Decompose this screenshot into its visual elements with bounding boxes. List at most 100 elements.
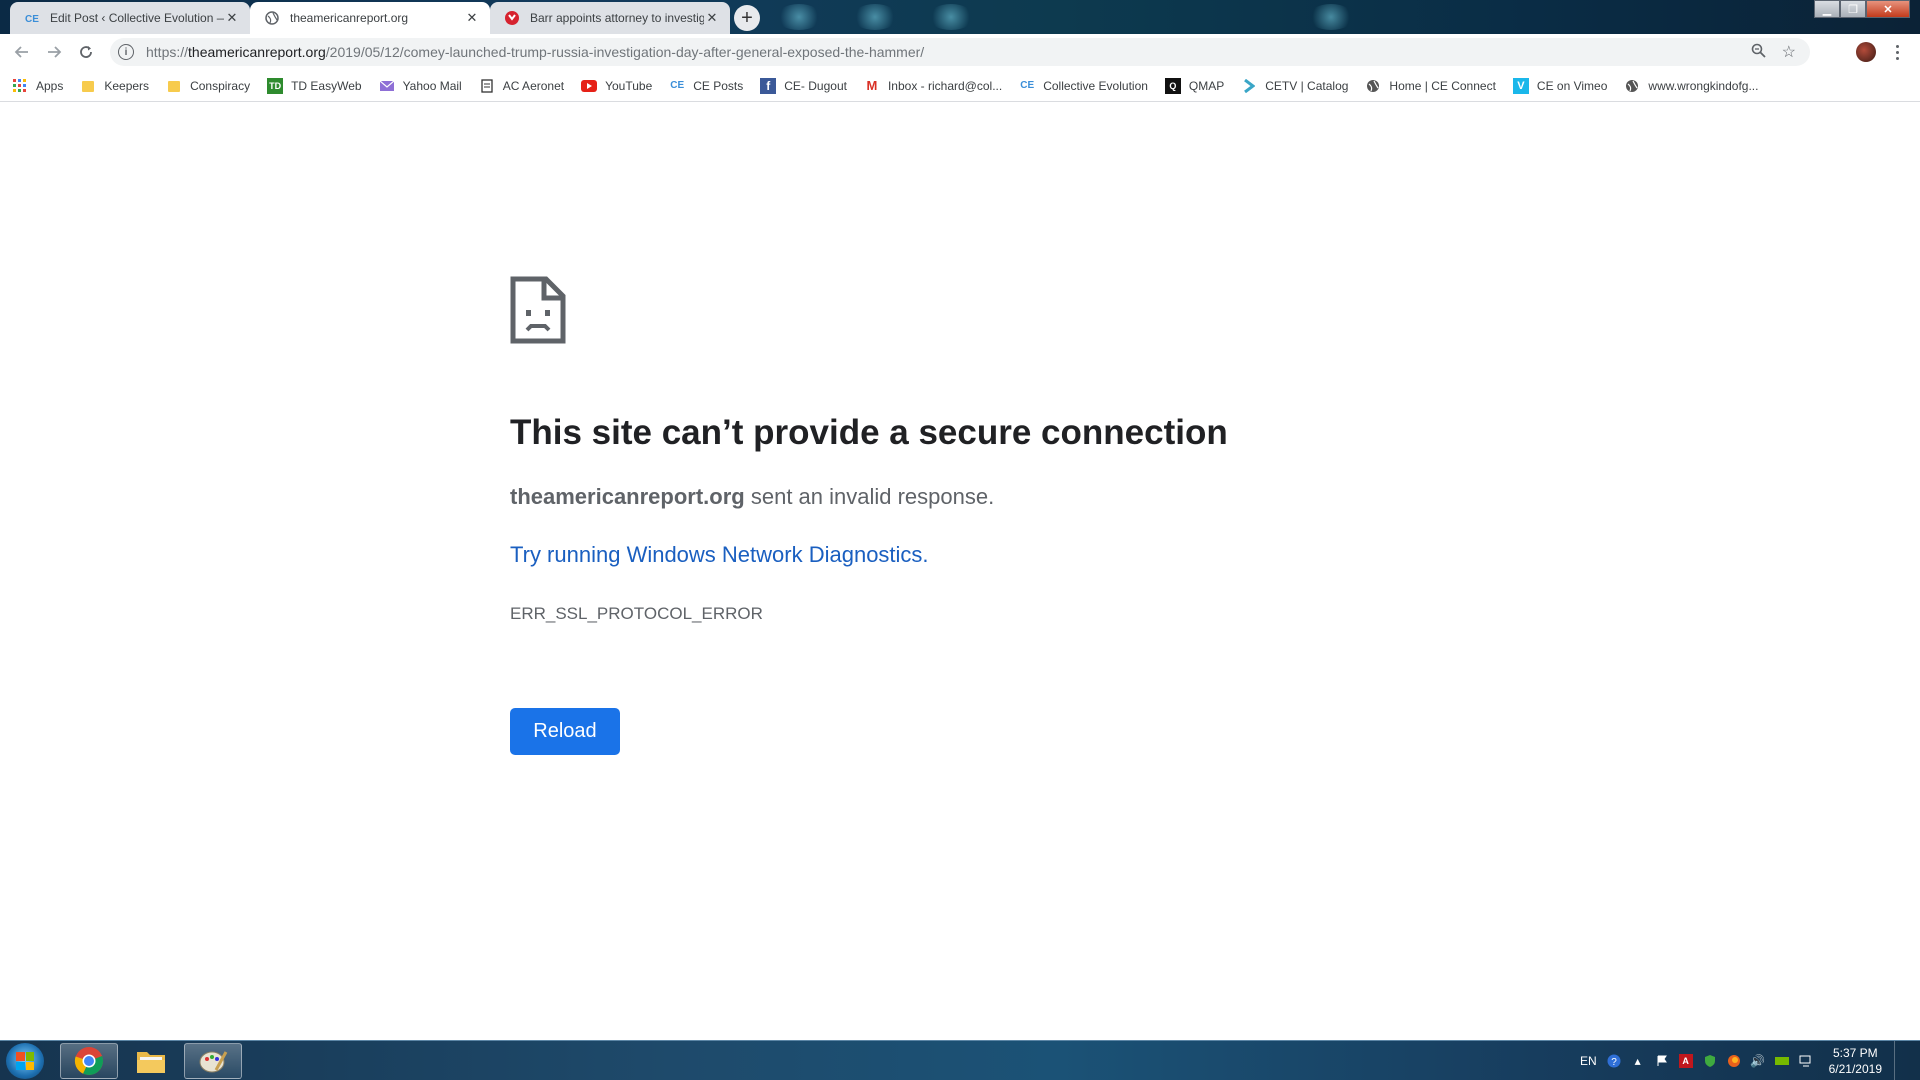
tab-title: theamericanreport.org bbox=[290, 11, 409, 25]
close-tab-icon[interactable]: ✕ bbox=[704, 10, 720, 26]
nvidia-icon[interactable] bbox=[1774, 1054, 1789, 1068]
forward-button[interactable] bbox=[42, 40, 66, 64]
taskbar-paint[interactable] bbox=[184, 1043, 242, 1079]
bookmark-youtube[interactable]: YouTube bbox=[581, 78, 652, 94]
address-bar[interactable]: i https://theamericanreport.org/2019/05/… bbox=[110, 38, 1810, 66]
bookmark-label: Conspiracy bbox=[190, 78, 251, 93]
paint-icon bbox=[199, 1051, 228, 1073]
bookmark-td-easyweb[interactable]: TD TD EasyWeb bbox=[267, 77, 362, 94]
bookmark-apps[interactable]: Apps bbox=[12, 78, 63, 94]
sad-document-icon bbox=[510, 276, 566, 344]
wallpaper-glow bbox=[776, 4, 822, 30]
reload-button[interactable]: Reload bbox=[510, 708, 620, 755]
reload-toolbar-button[interactable] bbox=[74, 40, 98, 64]
browser-title-bar: CE Edit Post ‹ Collective Evolution — ✕ … bbox=[0, 0, 1920, 34]
bookmark-label: AC Aeronet bbox=[502, 78, 565, 93]
wallpaper-glow bbox=[852, 4, 898, 30]
bookmark-label: Home | CE Connect bbox=[1389, 78, 1496, 93]
globe-icon bbox=[1365, 78, 1381, 94]
error-badge-icon bbox=[504, 10, 520, 26]
chevron-right-icon bbox=[1241, 78, 1257, 94]
profile-avatar[interactable] bbox=[1856, 42, 1876, 62]
bookmark-ac-aeronet[interactable]: AC Aeronet bbox=[479, 78, 564, 94]
error-detail: theamericanreport.org sent an invalid re… bbox=[510, 484, 994, 510]
zoom-icon[interactable] bbox=[1751, 43, 1766, 62]
chrome-icon bbox=[74, 1047, 104, 1075]
browser-menu-icon[interactable] bbox=[1890, 40, 1904, 64]
maximize-button[interactable]: ❐ bbox=[1840, 0, 1866, 18]
volume-icon[interactable]: 🔊 bbox=[1750, 1054, 1765, 1068]
globe-icon bbox=[1624, 78, 1640, 94]
help-icon[interactable]: ? bbox=[1607, 1054, 1621, 1068]
bookmark-label: CE- Dugout bbox=[784, 78, 847, 93]
error-code: ERR_SSL_PROTOCOL_ERROR bbox=[510, 604, 763, 623]
bookmark-keepers[interactable]: Keepers bbox=[80, 78, 149, 94]
bookmark-ce-on-vimeo[interactable]: V CE on Vimeo bbox=[1512, 77, 1608, 94]
bookmark-wrongkindofg[interactable]: www.wrongkindofg... bbox=[1624, 78, 1758, 94]
bookmark-ce-dugout[interactable]: f CE- Dugout bbox=[760, 77, 847, 94]
security-shield-icon[interactable] bbox=[1703, 1054, 1717, 1068]
bookmark-label: Keepers bbox=[104, 78, 150, 93]
bookmark-label: Inbox - richard@col... bbox=[887, 78, 1003, 93]
facebook-icon: f bbox=[760, 77, 777, 94]
site-info-icon[interactable]: i bbox=[118, 44, 134, 60]
bookmark-yahoo-mail[interactable]: Yahoo Mail bbox=[379, 78, 462, 94]
close-tab-icon[interactable]: ✕ bbox=[464, 10, 480, 26]
bookmark-label: www.wrongkindofg... bbox=[1648, 78, 1759, 93]
wallpaper-glow bbox=[1308, 4, 1354, 30]
taskbar-file-explorer[interactable] bbox=[122, 1043, 180, 1079]
bookmark-label: YouTube bbox=[605, 78, 653, 93]
refresh-icon bbox=[80, 46, 92, 58]
bookmark-collective-evolution[interactable]: CE Collective Evolution bbox=[1019, 78, 1148, 94]
close-tab-icon[interactable]: ✕ bbox=[224, 10, 240, 26]
tab-theamericanreport[interactable]: theamericanreport.org ✕ bbox=[250, 2, 490, 34]
windows-logo-icon bbox=[16, 1052, 34, 1070]
url-scheme: https:// bbox=[146, 44, 189, 60]
action-center-flag-icon[interactable] bbox=[1655, 1054, 1669, 1068]
vimeo-icon: V bbox=[1512, 77, 1529, 94]
back-button[interactable] bbox=[10, 40, 34, 64]
url-host: theamericanreport.org bbox=[188, 44, 326, 60]
back-arrow-icon bbox=[14, 46, 28, 58]
firefox-icon[interactable] bbox=[1727, 1054, 1741, 1068]
browser-toolbar: i https://theamericanreport.org/2019/05/… bbox=[0, 34, 1920, 70]
close-window-button[interactable]: ✕ bbox=[1866, 0, 1910, 18]
tab-edit-post[interactable]: CE Edit Post ‹ Collective Evolution — ✕ bbox=[10, 2, 250, 34]
wallpaper-glow bbox=[928, 4, 974, 30]
bookmark-label: CETV | Catalog bbox=[1265, 78, 1349, 93]
bookmark-label: CE on Vimeo bbox=[1536, 78, 1608, 93]
tab-barr-appoints[interactable]: Barr appoints attorney to investig ✕ bbox=[490, 2, 730, 34]
system-clock[interactable]: 5:37 PM 6/21/2019 bbox=[1829, 1045, 1882, 1077]
minimize-button[interactable]: ▁ bbox=[1814, 0, 1840, 18]
tray-expand-icon[interactable]: ▴ bbox=[1631, 1054, 1645, 1068]
network-diagnostics-link[interactable]: Try running Windows Network Diagnostics. bbox=[510, 542, 929, 568]
gmail-icon: M bbox=[866, 78, 878, 93]
bookmark-label: QMAP bbox=[1188, 78, 1225, 93]
qmap-icon: Q bbox=[1164, 77, 1181, 94]
bookmark-conspiracy[interactable]: Conspiracy bbox=[166, 78, 250, 94]
url-text: https://theamericanreport.org/2019/05/12… bbox=[146, 44, 924, 60]
language-indicator[interactable]: EN bbox=[1580, 1054, 1597, 1068]
show-desktop-button[interactable] bbox=[1894, 1041, 1906, 1080]
forward-arrow-icon bbox=[48, 46, 62, 58]
adobe-icon[interactable]: A bbox=[1678, 1054, 1693, 1068]
bookmark-qmap[interactable]: Q QMAP bbox=[1164, 77, 1225, 94]
svg-text:?: ? bbox=[1611, 1057, 1617, 1068]
bookmark-star-icon[interactable]: ☆ bbox=[1782, 42, 1796, 62]
bookmark-label: CE Posts bbox=[693, 78, 744, 93]
new-tab-button[interactable]: + bbox=[734, 5, 760, 31]
bookmark-inbox[interactable]: M Inbox - richard@col... bbox=[864, 78, 1003, 94]
bookmark-label: Collective Evolution bbox=[1043, 78, 1148, 93]
ce-logo-icon: CE bbox=[1020, 80, 1035, 91]
bookmark-ce-posts[interactable]: CE CE Posts bbox=[669, 78, 743, 94]
network-icon[interactable] bbox=[1799, 1054, 1813, 1068]
start-button[interactable] bbox=[6, 1043, 44, 1079]
error-detail-suffix: sent an invalid response. bbox=[744, 484, 995, 509]
taskbar-chrome[interactable] bbox=[60, 1043, 118, 1079]
bookmark-label: TD EasyWeb bbox=[291, 78, 362, 93]
bookmark-label: Apps bbox=[36, 78, 64, 93]
tab-title: Barr appoints attorney to investig bbox=[530, 11, 704, 25]
page-icon bbox=[479, 78, 495, 94]
bookmark-home-ce-connect[interactable]: Home | CE Connect bbox=[1365, 78, 1496, 94]
bookmark-cetv-catalog[interactable]: CETV | Catalog bbox=[1241, 78, 1348, 94]
